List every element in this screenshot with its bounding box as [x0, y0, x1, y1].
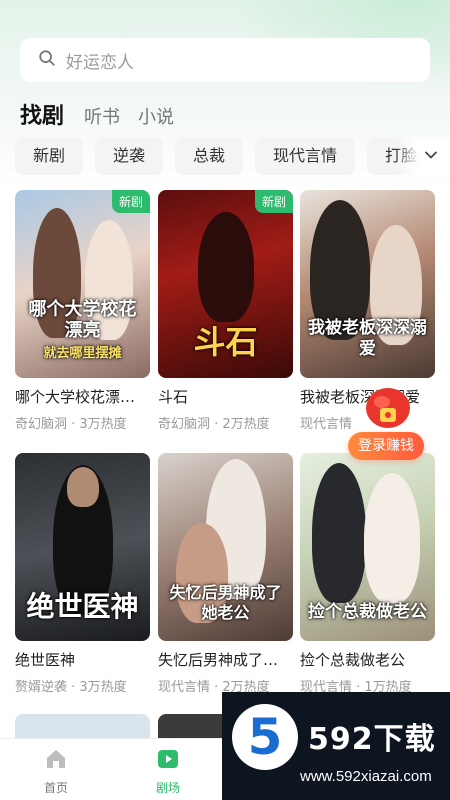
category-chips: 新剧 逆袭 总裁 现代言情 打脸	[15, 137, 450, 175]
drama-poster[interactable]: 绝世医神	[15, 453, 150, 641]
chip-ceo[interactable]: 总裁	[175, 137, 244, 175]
nav-theater-label: 剧场	[155, 781, 180, 795]
drama-poster[interactable]: 失忆后男神成了她老公	[158, 453, 293, 641]
drama-poster[interactable]: 新剧 斗石	[158, 190, 293, 378]
chip-comeback[interactable]: 逆袭	[95, 137, 164, 175]
watermark-url: www.592xiazai.com	[300, 768, 432, 785]
nav-home-label: 首页	[43, 781, 68, 795]
site-watermark: 5 592下载 www.592xiazai.com	[222, 692, 450, 800]
content-tabs: 找剧 听书 小说	[20, 98, 192, 130]
drama-meta: 奇幻脑洞 · 2万热度	[158, 417, 270, 432]
theater-icon	[156, 747, 180, 775]
drama-card[interactable]: 失忆后男神成了她老公 失忆后男神成了她老公 现代言情 · 2万热度	[158, 453, 293, 695]
chevron-down-icon	[424, 147, 438, 166]
drama-card[interactable]: 绝世医神 绝世医神 赘婿逆袭 · 3万热度	[15, 453, 150, 695]
home-icon	[44, 747, 68, 775]
drama-card[interactable]: 新剧 斗石 斗石 奇幻脑洞 · 2万热度	[158, 190, 293, 432]
drama-card[interactable]: 捡个总裁做老公 捡个总裁做老公 现代言情 · 1万热度	[300, 453, 435, 695]
next-row-poster[interactable]	[15, 714, 150, 738]
poster-subtitle-text: 就去哪里摆摊	[43, 346, 122, 361]
drama-title: 哪个大学校花漂亮就去哪里摆摊	[15, 388, 150, 406]
drama-title: 绝世医神	[15, 651, 76, 669]
drama-poster[interactable]: 我被老板深深溺爱	[300, 190, 435, 378]
login-earn-button[interactable]: 登录赚钱	[348, 432, 424, 460]
drama-meta: 赘婿逆袭 · 3万热度	[15, 680, 127, 695]
poster-figure	[364, 473, 420, 603]
tab-find-drama[interactable]: 找剧	[20, 98, 64, 130]
red-envelope-icon[interactable]	[362, 378, 414, 432]
drama-title: 失忆后男神成了她老公	[158, 651, 293, 669]
watermark-title: 592下载	[308, 722, 436, 757]
new-badge: 新剧	[254, 190, 293, 213]
chip-modern-romance[interactable]: 现代言情	[255, 137, 356, 175]
poster-title: 斗石	[193, 323, 258, 361]
drama-title: 斗石	[158, 388, 189, 406]
poster-title-text: 哪个大学校花漂亮	[28, 299, 137, 341]
nav-home[interactable]: 首页	[0, 739, 112, 800]
chip-new[interactable]: 新剧	[15, 137, 84, 175]
search-icon	[38, 49, 56, 71]
poster-title: 失忆后男神成了她老公	[169, 583, 282, 622]
expand-categories-button[interactable]	[395, 137, 450, 175]
nav-theater[interactable]: 剧场	[112, 739, 224, 800]
poster-figure	[198, 212, 254, 322]
poster-title: 绝世医神	[26, 590, 139, 623]
poster-title: 捡个总裁做老公	[308, 602, 427, 622]
search-bar[interactable]: 好运恋人	[20, 38, 430, 82]
drama-title: 捡个总裁做老公	[300, 651, 406, 669]
search-placeholder: 好运恋人	[66, 52, 134, 73]
drama-meta: 奇幻脑洞 · 3万热度	[15, 417, 127, 432]
new-badge: 新剧	[111, 190, 150, 213]
poster-title: 哪个大学校花漂亮 就去哪里摆摊	[21, 299, 144, 364]
poster-title: 我被老板深深溺爱	[308, 318, 427, 359]
tab-audiobook[interactable]: 听书	[84, 103, 120, 129]
tab-novel[interactable]: 小说	[138, 103, 174, 129]
watermark-logo: 5	[232, 704, 298, 770]
poster-face	[67, 467, 99, 507]
drama-poster[interactable]: 捡个总裁做老公	[300, 453, 435, 641]
drama-poster[interactable]: 新剧 哪个大学校花漂亮 就去哪里摆摊	[15, 190, 150, 378]
drama-card[interactable]: 新剧 哪个大学校花漂亮 就去哪里摆摊 哪个大学校花漂亮就去哪里摆摊 奇幻脑洞 ·…	[15, 190, 150, 432]
poster-figure	[312, 463, 366, 603]
